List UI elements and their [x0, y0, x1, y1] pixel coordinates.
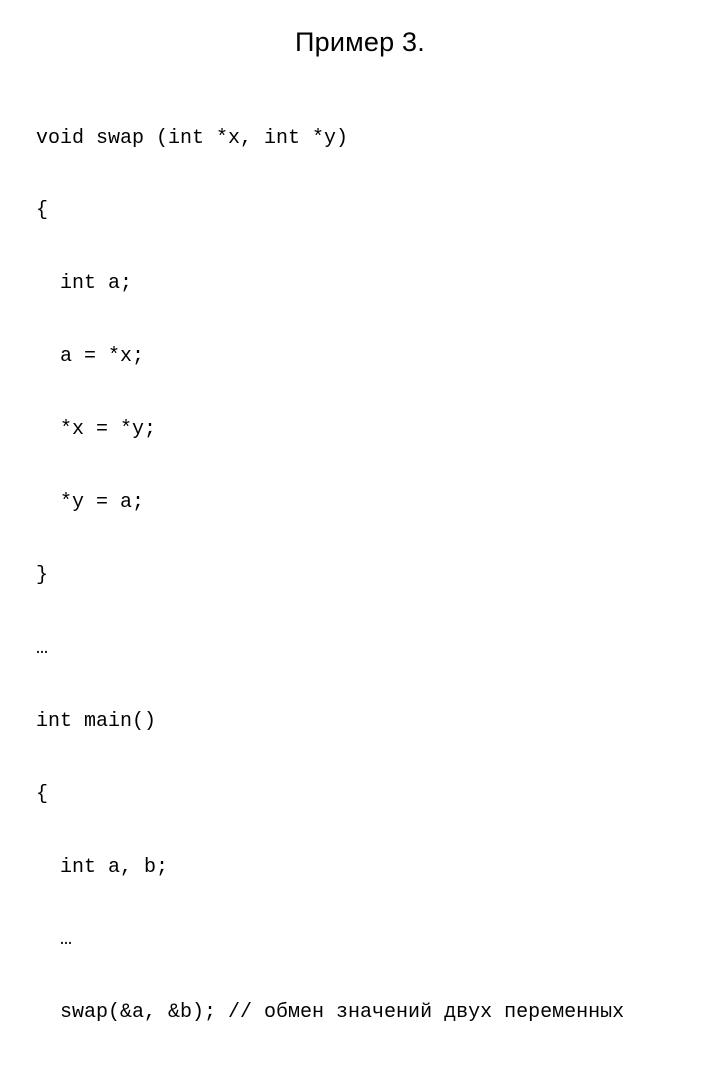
code-line: {: [36, 199, 49, 223]
code-line: …: [36, 928, 73, 952]
code-line: int a, b;: [36, 855, 169, 879]
code-line: *x = *y;: [36, 418, 157, 442]
code-line: }: [36, 563, 49, 587]
code-line: …: [36, 636, 49, 660]
code-line: …: [36, 1074, 696, 1080]
code-line: int a;: [36, 272, 133, 296]
code-line: a = *x;: [36, 345, 145, 369]
code-line: swap(&a, &b); // обмен значений двух пер…: [36, 1001, 625, 1025]
code-line: int main(): [36, 709, 157, 733]
code-listing: void swap (int *x, int *y) { int a; a = …: [36, 78, 696, 1080]
code-line: *y = a;: [36, 491, 145, 515]
code-line: {: [36, 782, 49, 806]
page-title: Пример 3.: [295, 27, 425, 57]
slide-canvas: Пример 3. void swap (int *x, int *y) { i…: [0, 0, 720, 1080]
code-line: void swap (int *x, int *y): [36, 126, 349, 150]
